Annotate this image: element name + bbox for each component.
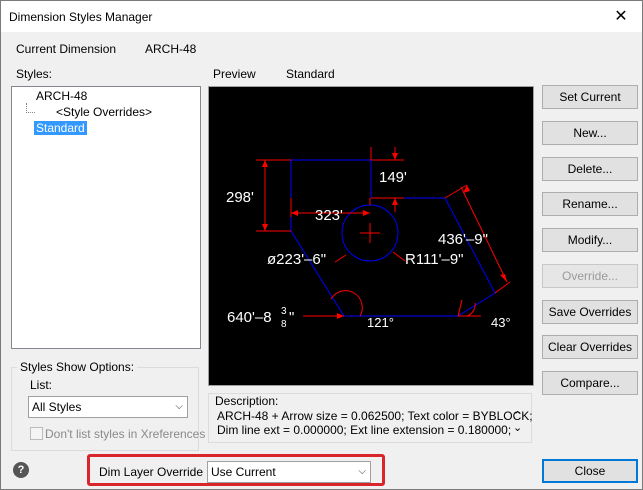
- close-button[interactable]: Close: [542, 459, 638, 483]
- dim-radius: R111'–9": [405, 251, 464, 268]
- dim-121: 121°: [367, 315, 394, 330]
- chevron-down-icon: ⌵: [175, 401, 183, 412]
- dimension-styles-manager-dialog: Dimension Styles Manager ✕ Current Dimen…: [0, 0, 643, 490]
- dim-640-denominator: 8: [281, 319, 287, 330]
- dim-diameter: ø223'–6": [267, 251, 326, 268]
- xref-checkbox-label: Don't list styles in Xreferences: [45, 427, 206, 441]
- close-icon[interactable]: ✕: [610, 7, 632, 27]
- new-button[interactable]: New...: [542, 121, 638, 145]
- preview-style-name: Standard: [286, 67, 335, 81]
- chevron-down-icon: ⌵: [358, 466, 366, 477]
- dim-43: 43°: [491, 315, 511, 330]
- styles-show-options-title: Styles Show Options:: [17, 360, 138, 374]
- styles-label: Styles:: [16, 67, 53, 81]
- styles-list[interactable]: ARCH-48 <Style Overrides> Standard: [11, 86, 201, 349]
- tree-connector: [26, 103, 35, 113]
- style-item-standard[interactable]: Standard: [34, 121, 87, 135]
- clear-overrides-button[interactable]: Clear Overrides: [542, 335, 638, 359]
- style-item-overrides[interactable]: <Style Overrides>: [56, 105, 152, 119]
- dim-layer-override-value: Use Current: [211, 465, 276, 479]
- override-button[interactable]: Override...: [542, 264, 638, 288]
- dim-layer-override-select[interactable]: Use Current ⌵: [207, 461, 371, 483]
- description-line-1: ARCH-48 + Arrow size = 0.062500; Text co…: [217, 409, 533, 423]
- current-dimension-value: ARCH-48: [145, 42, 197, 56]
- dim-640-numerator: 3: [281, 306, 287, 317]
- xref-checkbox[interactable]: [30, 427, 43, 440]
- help-icon[interactable]: ?: [13, 462, 29, 478]
- preview-label: Preview: [213, 67, 256, 81]
- list-label: List:: [30, 378, 53, 392]
- compare-button[interactable]: Compare...: [542, 371, 638, 395]
- title-bar: Dimension Styles Manager ✕: [1, 1, 642, 32]
- set-current-button[interactable]: Set Current: [542, 85, 638, 109]
- current-dimension-label: Current Dimension: [16, 42, 117, 56]
- dim-298: 298': [226, 189, 254, 206]
- dim-149: 149': [379, 169, 407, 186]
- modify-button[interactable]: Modify...: [542, 228, 638, 252]
- dim-436: 436'–9": [438, 231, 488, 248]
- delete-button[interactable]: Delete...: [542, 157, 638, 181]
- preview-canvas: 298' 149' 323' 436'–9" ø223'–6" R111'–9"…: [208, 86, 534, 386]
- list-select-value: All Styles: [32, 400, 82, 414]
- dim-323: 323': [315, 207, 343, 224]
- description-scroll-down-icon[interactable]: ⌄: [513, 421, 522, 434]
- description-line-2: Dim line ext = 0.000000; Ext line extens…: [217, 423, 512, 437]
- description-label: Description:: [215, 394, 279, 408]
- rename-button[interactable]: Rename...: [542, 192, 638, 216]
- dim-640: 640'–8: [227, 309, 272, 326]
- save-overrides-button[interactable]: Save Overrides: [542, 300, 638, 324]
- dim-layer-override-label: Dim Layer Override: [99, 465, 204, 479]
- window-title: Dimension Styles Manager: [9, 10, 153, 24]
- list-select[interactable]: All Styles ⌵: [28, 396, 188, 418]
- preview-drawing: 298' 149' 323' 436'–9" ø223'–6" R111'–9"…: [226, 147, 511, 330]
- dim-640-unit: ": [289, 309, 294, 326]
- style-item-arch-48[interactable]: ARCH-48: [36, 89, 87, 103]
